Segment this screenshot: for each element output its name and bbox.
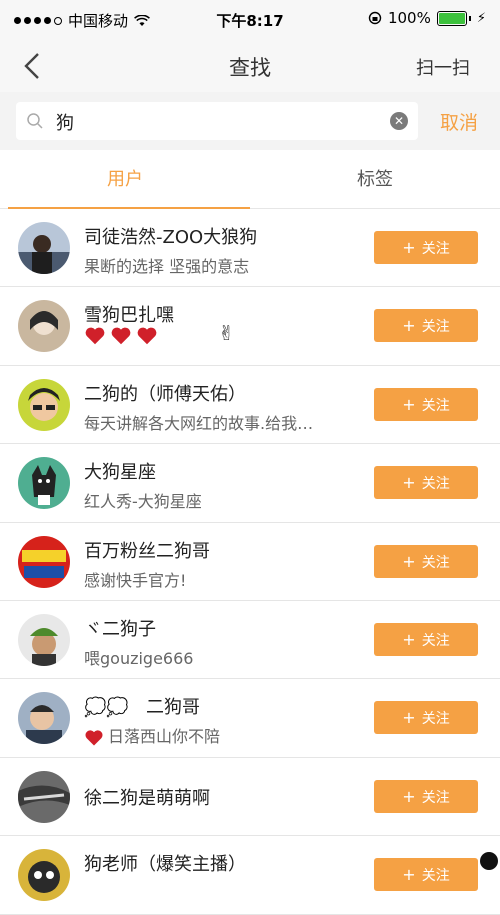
user-name: 二狗的（师傅天佑） bbox=[84, 383, 246, 405]
plus-icon: + bbox=[402, 629, 416, 649]
user-name: 狗老师（爆笑主播） bbox=[84, 854, 246, 876]
list-item[interactable]: 💭💭 二狗哥 日落西山你不陪 + 关注 bbox=[0, 679, 500, 758]
avatar bbox=[18, 849, 70, 902]
plus-icon: + bbox=[402, 394, 416, 414]
avatar bbox=[18, 535, 70, 588]
plus-icon: + bbox=[402, 786, 416, 806]
plus-icon: + bbox=[402, 316, 416, 336]
list-item[interactable]: 百万粉丝二狗哥 感谢快手官方! + 关注 bbox=[0, 523, 500, 601]
user-bio: 感谢快手官方! bbox=[84, 570, 187, 590]
victory-hand-icon: ✌ bbox=[218, 321, 235, 346]
battery-percent: 100% bbox=[387, 9, 431, 27]
charging-icon: ⚡ bbox=[476, 10, 486, 26]
status-bar: 中国移动 下午8:17 100% ⚡ bbox=[0, 0, 500, 40]
heart-icon bbox=[85, 327, 105, 345]
follow-button[interactable]: + 关注 bbox=[374, 858, 478, 892]
avatar bbox=[18, 457, 70, 510]
follow-button[interactable]: + 关注 bbox=[374, 387, 478, 421]
plus-icon: + bbox=[402, 551, 416, 571]
avatar bbox=[18, 692, 70, 745]
plus-icon: + bbox=[402, 865, 416, 885]
rotation-lock-icon bbox=[368, 11, 382, 25]
cancel-button[interactable]: 取消 bbox=[440, 108, 478, 135]
tab-users[interactable]: 用户 bbox=[0, 150, 250, 208]
follow-button[interactable]: + 关注 bbox=[374, 622, 478, 656]
user-bio: 果断的选择 坚强的意志 bbox=[84, 257, 250, 276]
user-bio: 日落西山你不陪 bbox=[84, 723, 220, 748]
follow-button[interactable]: + 关注 bbox=[374, 466, 478, 500]
avatar bbox=[18, 770, 70, 823]
assistive-touch-icon[interactable] bbox=[480, 852, 498, 870]
follow-button[interactable]: + 关注 bbox=[374, 544, 478, 578]
user-list: 司徒浩然-ZOO大狼狗 果断的选择 坚强的意志 + 关注 雪狗巴扎嘿 ✌ + 关注 … bbox=[0, 209, 500, 915]
clear-search-icon[interactable]: ✕ bbox=[390, 112, 408, 130]
user-name: 司徒浩然-ZOO大狼狗 bbox=[84, 227, 258, 248]
follow-button[interactable]: + 关注 bbox=[374, 231, 478, 264]
status-right: 100% ⚡ bbox=[368, 9, 486, 27]
speech-bubble-icon: 💭💭 bbox=[84, 697, 129, 719]
heart-icon bbox=[111, 327, 131, 345]
battery-icon bbox=[436, 10, 467, 26]
follow-button[interactable]: + 关注 bbox=[374, 779, 478, 813]
avatar bbox=[18, 222, 70, 274]
tab-tags[interactable]: 标签 bbox=[250, 150, 500, 208]
nav-bar: 查找 扫一扫 bbox=[0, 40, 500, 92]
list-item[interactable]: ヾ二狗子 喂gouzige666 + 关注 bbox=[0, 601, 500, 680]
tab-bar: 用户 标签 bbox=[0, 150, 500, 209]
list-item[interactable]: 大狗星座 红人秀-大狗星座 + 关注 bbox=[0, 444, 500, 523]
user-name: ヾ二狗子 bbox=[84, 618, 156, 640]
follow-button[interactable]: + 关注 bbox=[374, 309, 478, 343]
heart-icon bbox=[137, 327, 157, 345]
user-name: 💭💭 二狗哥 bbox=[84, 697, 200, 719]
list-item[interactable]: 司徒浩然-ZOO大狼狗 果断的选择 坚强的意志 + 关注 bbox=[0, 209, 500, 288]
plus-icon: + bbox=[402, 238, 416, 257]
list-item[interactable]: 徐二狗是萌萌啊 + 关注 bbox=[0, 758, 500, 837]
user-bio: 每天讲解各大网红的故事.给我… bbox=[84, 413, 314, 433]
user-name: 百万粉丝二狗哥 bbox=[84, 540, 210, 562]
user-name: 雪狗巴扎嘿 bbox=[84, 305, 174, 327]
search-box: ✕ bbox=[16, 102, 418, 140]
search-input[interactable] bbox=[54, 108, 388, 136]
list-item[interactable]: 狗老师（爆笑主播） + 关注 bbox=[0, 836, 500, 915]
list-item[interactable]: 二狗的（师傅天佑） 每天讲解各大网红的故事.给我… + 关注 bbox=[0, 366, 500, 445]
user-bio: 喂gouzige666 bbox=[84, 648, 194, 668]
search-icon bbox=[27, 113, 43, 129]
avatar bbox=[18, 378, 70, 431]
heart-icon bbox=[85, 730, 103, 746]
plus-icon: + bbox=[402, 473, 416, 493]
scan-button[interactable]: 扫一扫 bbox=[416, 54, 470, 80]
list-item[interactable]: 雪狗巴扎嘿 ✌ + 关注 bbox=[0, 287, 500, 366]
hearts-emoji bbox=[84, 325, 158, 347]
user-name: 徐二狗是萌萌啊 bbox=[84, 787, 210, 809]
user-bio: 红人秀-大狗星座 bbox=[84, 492, 202, 512]
follow-button[interactable]: + 关注 bbox=[374, 701, 478, 735]
avatar bbox=[18, 300, 70, 353]
user-name: 大狗星座 bbox=[84, 462, 156, 484]
plus-icon: + bbox=[402, 708, 416, 728]
search-bar: ✕ 取消 bbox=[0, 92, 500, 150]
avatar bbox=[18, 613, 70, 666]
